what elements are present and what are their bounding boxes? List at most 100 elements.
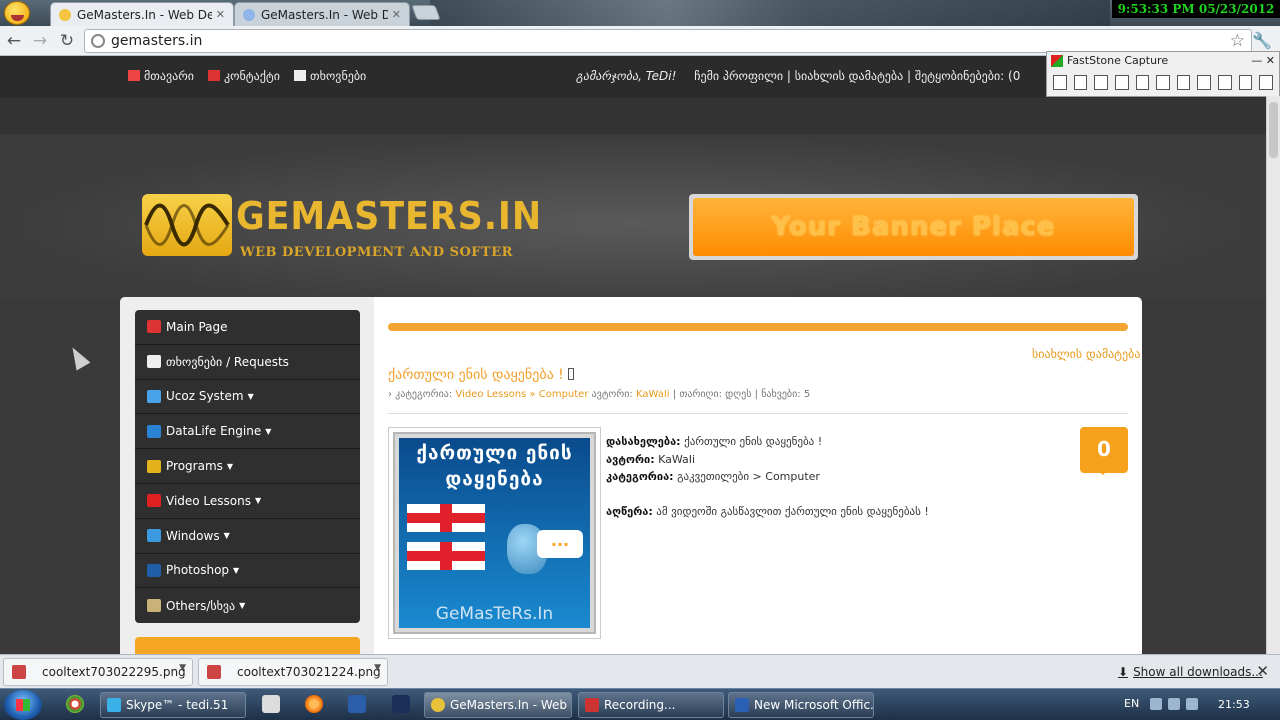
download-item[interactable]: cooltext703022295.png ▼ xyxy=(3,658,193,686)
calculator-icon[interactable] xyxy=(262,695,280,713)
downloads-bar: cooltext703022295.png ▼ cooltext70302122… xyxy=(0,654,1280,688)
sidebar-item-others[interactable]: Others/სხვა ▼ xyxy=(135,588,360,623)
faststone-tools xyxy=(1047,70,1279,95)
chevron-down-icon: ▼ xyxy=(247,391,254,401)
tray-clock[interactable]: 21:53 xyxy=(1218,698,1250,711)
sidebar-item-datalife[interactable]: DataLife Engine ▼ xyxy=(135,414,360,450)
sidebar-item-video-lessons[interactable]: Video Lessons ▼ xyxy=(135,484,360,519)
chevron-down-icon[interactable]: ▼ xyxy=(374,663,381,673)
capture-fixed-icon[interactable] xyxy=(1176,75,1191,90)
browser-tab-active[interactable]: GeMasters.In - Web Develop ✕ xyxy=(50,2,234,26)
sidebar-item-ucoz[interactable]: Ucoz System ▼ xyxy=(135,380,360,415)
page-content: Main Page თხოვნები / Requests Ucoz Syste… xyxy=(120,297,1142,659)
image-file-icon xyxy=(12,665,26,679)
thumbnail-image: ქართული ენის დაყენება ... GeMasTeRs.In xyxy=(399,438,590,628)
capture-object-icon[interactable] xyxy=(1073,75,1088,90)
capture-fullscreen-icon[interactable] xyxy=(1135,75,1150,90)
banner-text: Your Banner Place xyxy=(693,198,1134,256)
speech-bubble-icon: ... xyxy=(537,530,583,558)
sidebar-item-photoshop[interactable]: Photoshop ▼ xyxy=(135,554,360,589)
capture-rect-icon[interactable] xyxy=(1094,75,1108,90)
add-news-link[interactable]: სიახლის დამატება xyxy=(1032,347,1140,361)
image-file-icon xyxy=(207,665,221,679)
download-item[interactable]: cooltext703021224.png ▼ xyxy=(198,658,388,686)
capture-freehand-icon[interactable] xyxy=(1114,75,1129,90)
browser-tabstrip: GeMasters.In - Web Develop ✕ GeMasters.I… xyxy=(0,0,1280,26)
taskbar-item-recording[interactable]: Recording... xyxy=(578,692,724,718)
site-favicon-icon xyxy=(243,8,255,21)
user-bar: გამარჯობა, TeDi! ჩემი პროფილი | სიახლის … xyxy=(576,69,1020,83)
wallpaper-art xyxy=(430,0,1110,26)
mouse-cursor-icon xyxy=(65,343,91,371)
close-tab-icon[interactable]: ✕ xyxy=(216,8,225,21)
user-links[interactable]: ჩემი პროფილი | სიახლის დამატება | შეტყობ… xyxy=(694,69,1020,83)
post-title[interactable]: ქართული ენის დაყენება ! xyxy=(388,367,574,383)
chevron-down-icon[interactable]: ▼ xyxy=(179,663,186,673)
scrollbar-thumb[interactable] xyxy=(1269,102,1278,158)
wrench-icon[interactable]: 🔧 xyxy=(1252,31,1272,50)
capture-window-icon[interactable] xyxy=(1053,75,1067,90)
start-button[interactable] xyxy=(4,690,42,720)
bookmark-star-icon[interactable]: ☆ xyxy=(1230,31,1245,51)
skype-icon xyxy=(107,698,121,712)
phone-icon xyxy=(207,70,220,81)
forward-icon[interactable]: → xyxy=(30,31,50,51)
chevron-down-icon: ▼ xyxy=(226,461,234,471)
site-nav: მთავარი კონტაქტი თხოვნები xyxy=(128,69,366,83)
new-tab-button[interactable] xyxy=(411,5,441,20)
window-controls[interactable]: — ✕ xyxy=(1251,52,1275,70)
logo-title[interactable]: GEMASTERS.IN xyxy=(236,194,542,238)
firefox-icon[interactable] xyxy=(305,695,323,713)
sidebar-item-requests[interactable]: თხოვნები / Requests xyxy=(135,345,360,380)
category-link[interactable]: Video Lessons » Computer xyxy=(455,389,588,400)
georgian-flag-icon xyxy=(407,542,485,570)
smiley-icon xyxy=(4,1,30,25)
capture-scroll-icon[interactable] xyxy=(1156,75,1170,90)
faststone-capture-window[interactable]: FastStone Capture — ✕ xyxy=(1046,51,1280,97)
settings-icon[interactable] xyxy=(1259,75,1274,90)
vertical-scrollbar[interactable] xyxy=(1266,96,1280,654)
magnifier-icon[interactable] xyxy=(1218,75,1232,90)
tray-arrow-icon[interactable] xyxy=(1150,698,1162,710)
note-icon xyxy=(147,355,161,369)
banner-ad[interactable]: Your Banner Place xyxy=(689,194,1138,260)
windows-taskbar: Skype™ - tedi.51 GeMasters.In - Web ... … xyxy=(0,688,1280,720)
windows-icon xyxy=(147,529,161,543)
nav-home[interactable]: მთავარი xyxy=(128,69,194,83)
chevron-down-icon: ▼ xyxy=(239,601,246,611)
nav-requests[interactable]: თხოვნები xyxy=(293,69,366,83)
taskbar-item-skype[interactable]: Skype™ - tedi.51 xyxy=(100,692,246,718)
sidebar-item-main-page[interactable]: Main Page xyxy=(135,310,360,345)
show-all-downloads-link[interactable]: ⬇ Show all downloads... xyxy=(1118,665,1263,679)
reload-icon[interactable]: ↻ xyxy=(57,31,77,51)
chrome-icon[interactable] xyxy=(66,695,84,713)
color-picker-icon[interactable] xyxy=(1238,75,1253,90)
photoshop-alt-icon[interactable] xyxy=(392,695,410,713)
volume-icon[interactable] xyxy=(1186,698,1198,710)
post-thumbnail[interactable]: ქართული ენის დაყენება ... GeMasTeRs.In xyxy=(388,427,601,639)
logo-wave-icon[interactable] xyxy=(142,194,232,256)
word-icon xyxy=(735,698,749,712)
edit-icon[interactable] xyxy=(567,368,574,380)
taskbar-item-browser[interactable]: GeMasters.In - Web ... xyxy=(424,692,572,718)
taskbar-item-office[interactable]: New Microsoft Offic... xyxy=(728,692,874,718)
address-bar[interactable]: gemasters.in ☆ xyxy=(84,29,1252,53)
url-text[interactable]: gemasters.in xyxy=(111,33,202,49)
browser-tab[interactable]: GeMasters.In - Web Develop ✕ xyxy=(234,2,410,26)
comment-count-badge[interactable]: 0 xyxy=(1080,427,1128,475)
nav-contact[interactable]: კონტაქტი xyxy=(207,69,280,83)
chevron-down-icon: ▼ xyxy=(265,426,272,436)
close-downloads-icon[interactable]: ✕ xyxy=(1256,662,1269,680)
language-indicator[interactable]: EN xyxy=(1124,697,1139,710)
network-icon[interactable] xyxy=(1168,698,1180,710)
close-tab-icon[interactable]: ✕ xyxy=(392,8,401,21)
back-icon[interactable]: ← xyxy=(4,31,24,51)
left-column: Main Page თხოვნები / Requests Ucoz Syste… xyxy=(120,297,374,659)
photoshop-icon[interactable] xyxy=(348,695,366,713)
author-link[interactable]: KaWaIi xyxy=(636,389,670,400)
sidebar-item-windows[interactable]: Windows ▼ xyxy=(135,519,360,554)
note-icon xyxy=(293,70,306,81)
output-icon[interactable] xyxy=(1197,75,1212,90)
site-subbar xyxy=(0,98,1266,134)
sidebar-item-programs[interactable]: Programs ▼ xyxy=(135,449,360,484)
